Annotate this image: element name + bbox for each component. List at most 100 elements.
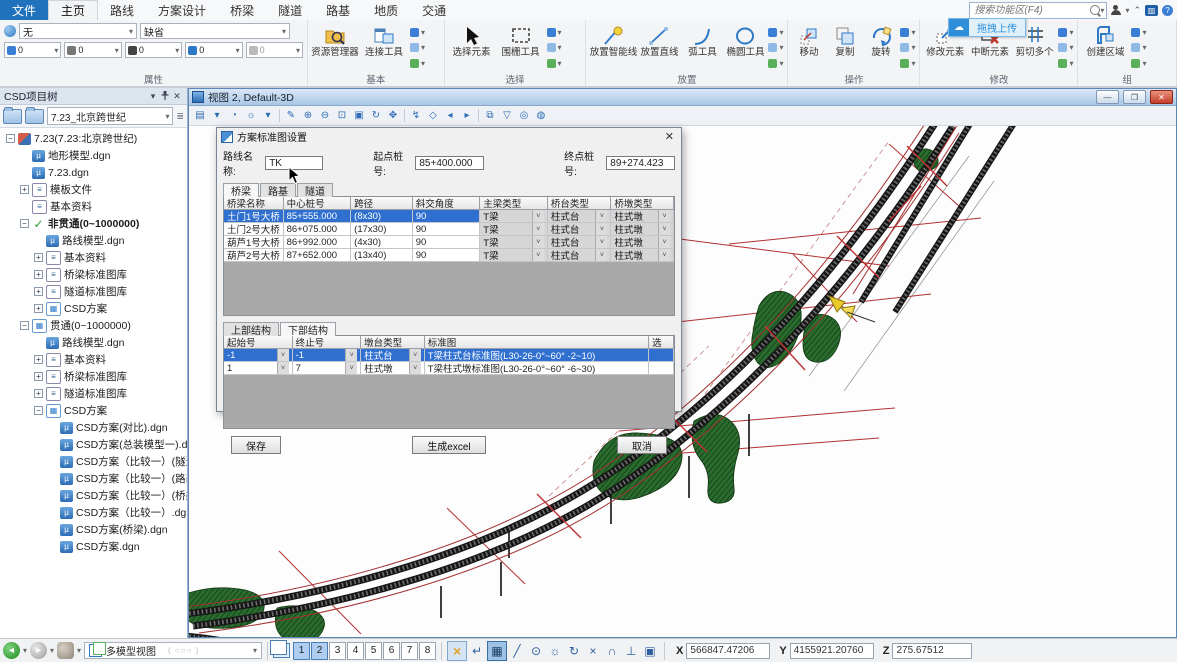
view-close-button[interactable]: ✕ xyxy=(1150,90,1173,104)
midpoint-snap-icon[interactable]: ╱ xyxy=(508,642,526,660)
search-dropdown-icon[interactable]: ▾ xyxy=(1100,6,1104,15)
zoom-in-icon[interactable]: ⊕ xyxy=(300,108,316,123)
tree-expander[interactable]: + xyxy=(34,253,43,262)
ribbon-tab-6[interactable]: 路基 xyxy=(314,0,362,20)
drag-upload-overlay[interactable]: ☁ 拖拽上传 xyxy=(948,18,1026,37)
tree-expander[interactable]: − xyxy=(20,219,29,228)
tree-item[interactable]: µCSD方案.dgn xyxy=(2,538,187,555)
table-row[interactable]: 土门2号大桥86+075.000(17x30)90T梁˅柱式台˅柱式墩˅ xyxy=(224,223,674,236)
ribbon-button-cursor[interactable]: 选择元素 xyxy=(449,23,495,73)
group-extra-icons[interactable]: ▾▾▾ xyxy=(410,23,425,73)
ribbon-tab-7[interactable]: 地质 xyxy=(362,0,410,20)
ribbon-button-arc[interactable]: 弧工具 xyxy=(682,23,722,73)
tree-item[interactable]: −▦CSD方案 xyxy=(2,402,187,419)
minimize-ribbon-icon[interactable]: ⌃ xyxy=(1133,5,1141,16)
pan-view-icon[interactable]: ✥ xyxy=(385,108,401,123)
level-combo[interactable]: 无▾ xyxy=(19,23,137,39)
dialog-close-icon[interactable]: ✕ xyxy=(662,130,677,143)
view-next-icon[interactable]: ▸ xyxy=(459,108,475,123)
ribbon-button-region[interactable]: 创建区域 xyxy=(1082,23,1128,73)
tree-item[interactable]: +▦CSD方案 xyxy=(2,300,187,317)
ribbon-button-move[interactable]: 移动 xyxy=(792,23,825,73)
model-view-combo[interactable]: 多模型视图 ( ○○○ ) ▾ xyxy=(84,642,262,659)
tree-item[interactable]: µCSD方案（比较一）(桥梁).dgn xyxy=(2,487,187,504)
navigate-view-icon[interactable]: ◇ xyxy=(425,108,441,123)
open-project-icon[interactable] xyxy=(3,109,22,124)
tree-expander[interactable]: + xyxy=(20,185,29,194)
ribbon-button-line[interactable]: 放置直线 xyxy=(639,23,679,73)
property-mini-combo-2[interactable]: 0▾ xyxy=(125,42,182,58)
tree-item[interactable]: µCSD方案(桥梁).dgn xyxy=(2,521,187,538)
view-toggle-4[interactable]: 4 xyxy=(347,642,364,660)
view-previous-icon[interactable]: ◂ xyxy=(442,108,458,123)
dialog-tab-0[interactable]: 桥梁 xyxy=(223,183,259,197)
analytics-icon[interactable]: ▥ xyxy=(1145,5,1158,16)
keypoint-snap-icon[interactable]: ▦ xyxy=(487,641,507,661)
ribbon-tab-4[interactable]: 桥梁 xyxy=(218,0,266,20)
panel-close-icon[interactable]: ✕ xyxy=(171,91,183,102)
dialog-subtab-0[interactable]: 上部结构 xyxy=(223,322,279,336)
dialog-button-1[interactable]: 生成excel xyxy=(412,436,485,454)
window-area-icon[interactable]: ⊡ xyxy=(334,108,350,123)
copy-view-icon[interactable]: ⧉ xyxy=(482,108,498,123)
tree-item[interactable]: +≡基本资料 xyxy=(2,351,187,368)
style-combo[interactable]: 缺省▾ xyxy=(140,23,290,39)
ribbon-tab-3[interactable]: 方案设计 xyxy=(146,0,218,20)
tree-item[interactable]: µCSD方案(总装模型一).dgn xyxy=(2,436,187,453)
search-input[interactable] xyxy=(972,4,1090,17)
snap-settings-icon[interactable]: ▣ xyxy=(641,642,659,660)
tree-expander[interactable]: − xyxy=(34,406,43,415)
ribbon-tab-5[interactable]: 隧道 xyxy=(266,0,314,20)
view-titlebar[interactable]: 视图 2, Default-3D — ❐ ✕ xyxy=(189,89,1176,106)
clip-volume-icon[interactable]: ▽ xyxy=(499,108,515,123)
dialog-tab-1[interactable]: 路基 xyxy=(260,183,296,197)
dialog-button-0[interactable]: 保存 xyxy=(231,436,281,454)
dialog-field-input-0[interactable]: TK xyxy=(265,156,323,170)
accusnap-toggle-icon[interactable]: × xyxy=(447,641,467,661)
view-next-button[interactable]: ▸ xyxy=(30,642,47,659)
view-history-button[interactable] xyxy=(57,642,74,659)
dialog-subtab-1[interactable]: 下部结构 xyxy=(280,322,336,336)
view-minimize-button[interactable]: — xyxy=(1096,90,1119,104)
ribbon-button-link[interactable]: 连接工具 xyxy=(361,23,407,73)
dialog-button-2[interactable]: 取消 xyxy=(617,436,667,454)
saved-views-icon[interactable]: ◍ xyxy=(533,108,549,123)
table-row[interactable]: 葫芦2号大桥87+652.000(13x40)90T梁˅柱式台˅柱式墩˅ xyxy=(224,249,674,262)
panel-options-icon[interactable]: ≣ xyxy=(176,111,184,122)
ribbon-button-ellipse[interactable]: 椭圆工具 xyxy=(725,23,765,73)
view-toggle-8[interactable]: 8 xyxy=(419,642,436,660)
tree-expander[interactable]: + xyxy=(34,287,43,296)
project-selector-combo[interactable]: 7.23_北京跨世纪▾ xyxy=(47,107,173,125)
ribbon-button-explorer[interactable]: 资源管理器 xyxy=(312,23,358,73)
tree-item[interactable]: +≡桥梁标准图库 xyxy=(2,368,187,385)
panel-menu-icon[interactable]: ▾ xyxy=(147,91,159,102)
table-row[interactable]: 土门1号大桥85+555.000(8x30)90T梁˅柱式台˅柱式墩˅ xyxy=(224,210,674,223)
panel-pin-icon[interactable] xyxy=(159,91,171,102)
ribbon-button-smartline[interactable]: 放置智能线 xyxy=(590,23,636,73)
tree-item[interactable]: +≡隧道标准图库 xyxy=(2,283,187,300)
ribbon-tab-8[interactable]: 交通 xyxy=(410,0,458,20)
dialog-titlebar[interactable]: 方案标准图设置 ✕ xyxy=(217,128,681,145)
nearest-snap-icon[interactable]: ↵ xyxy=(468,642,486,660)
property-mini-combo-4[interactable]: 0▾ xyxy=(246,42,303,58)
coordinate-y-field[interactable]: 4155921.20760 xyxy=(790,643,874,659)
view-brush-icon[interactable]: ✎ xyxy=(283,108,299,123)
search-icon[interactable] xyxy=(1090,5,1100,15)
user-dropdown-icon[interactable]: ▾ xyxy=(1125,6,1129,15)
view-groups-icon[interactable] xyxy=(273,643,290,658)
view-restore-button[interactable]: ❐ xyxy=(1123,90,1146,104)
tree-item[interactable]: µ7.23.dgn xyxy=(2,164,187,181)
tree-expander[interactable]: + xyxy=(34,372,43,381)
tangent-snap-icon[interactable]: ∩ xyxy=(603,642,621,660)
origin-snap-icon[interactable]: ☼ xyxy=(546,642,564,660)
view-brightness-icon[interactable]: ☼ xyxy=(243,108,259,123)
ribbon-button-copy[interactable]: 复制 xyxy=(828,23,861,73)
tree-item[interactable]: +≡基本资料 xyxy=(2,249,187,266)
tree-expander[interactable]: + xyxy=(34,304,43,313)
view-presentation-icon[interactable]: ◔ xyxy=(226,108,242,123)
tree-item[interactable]: µCSD方案(对比).dgn xyxy=(2,419,187,436)
view-toggle-1[interactable]: 1 xyxy=(293,642,310,660)
new-project-icon[interactable] xyxy=(25,109,44,124)
fit-view-icon[interactable]: ▣ xyxy=(351,108,367,123)
table-row[interactable]: -1˅-1˅柱式台˅T梁柱式台标准图(L30-26-0°~60° -2~10) xyxy=(224,349,674,362)
